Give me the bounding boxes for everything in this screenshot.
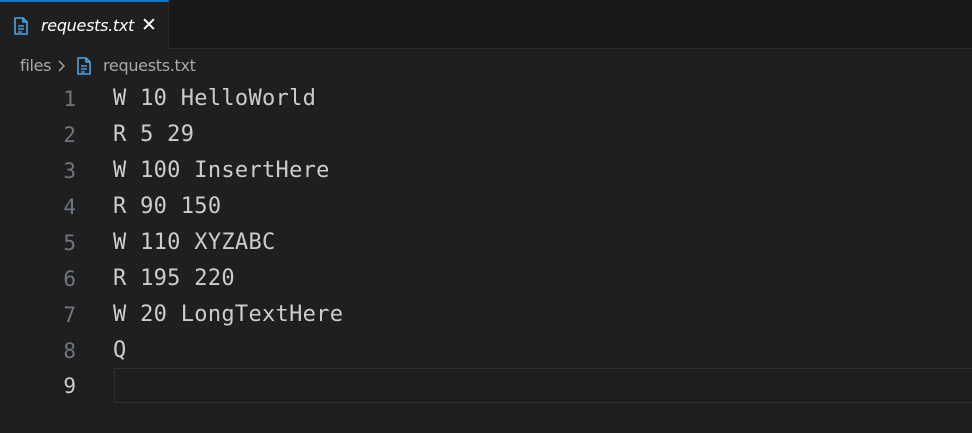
editor-line-current[interactable]: 9 (0, 368, 972, 404)
line-number: 2 (63, 123, 76, 147)
editor-line[interactable]: 4 R 90 150 (0, 189, 972, 225)
tab-label: requests.txt (41, 16, 135, 35)
line-number: 3 (63, 159, 76, 183)
close-icon[interactable]: ✕ (140, 16, 158, 35)
editor-line[interactable]: 1 W 10 HelloWorld (0, 81, 972, 117)
file-text-icon (77, 57, 91, 75)
line-number: 5 (63, 231, 76, 255)
line-text[interactable]: R 5 29 (113, 117, 194, 153)
editor-line[interactable]: 2 R 5 29 (0, 117, 972, 153)
line-text[interactable]: Q (113, 333, 127, 369)
line-text[interactable]: R 90 150 (113, 189, 221, 225)
line-text[interactable]: W 110 XYZABC (113, 225, 276, 261)
line-text[interactable]: R 195 220 (113, 261, 235, 297)
line-text[interactable]: W 100 InsertHere (113, 153, 330, 189)
line-text[interactable]: W 20 LongTextHere (113, 297, 343, 333)
breadcrumb: files requests.txt (0, 50, 972, 82)
breadcrumb-file[interactable]: requests.txt (103, 56, 196, 75)
editor-line[interactable]: 5 W 110 XYZABC (0, 225, 972, 261)
current-line-highlight (114, 368, 972, 403)
line-text[interactable]: W 10 HelloWorld (113, 81, 316, 117)
editor-line[interactable]: 8 Q (0, 333, 972, 369)
file-text-icon (14, 17, 28, 35)
editor-line[interactable]: 3 W 100 InsertHere (0, 153, 972, 189)
line-number: 7 (63, 303, 76, 327)
editor-line[interactable]: 6 R 195 220 (0, 261, 972, 297)
line-number: 8 (63, 339, 76, 363)
breadcrumb-folder[interactable]: files (20, 56, 52, 75)
chevron-right-icon (58, 60, 65, 72)
editor-tab-requests[interactable]: requests.txt ✕ (0, 0, 169, 50)
tab-bar: requests.txt ✕ (0, 0, 972, 50)
code-editor[interactable]: 1 W 10 HelloWorld 2 R 5 29 3 W 100 Inser… (0, 81, 972, 433)
line-number: 6 (63, 267, 76, 291)
line-number: 9 (63, 374, 76, 398)
editor-line[interactable]: 7 W 20 LongTextHere (0, 297, 972, 333)
line-number: 4 (63, 195, 76, 219)
line-number: 1 (63, 87, 76, 111)
